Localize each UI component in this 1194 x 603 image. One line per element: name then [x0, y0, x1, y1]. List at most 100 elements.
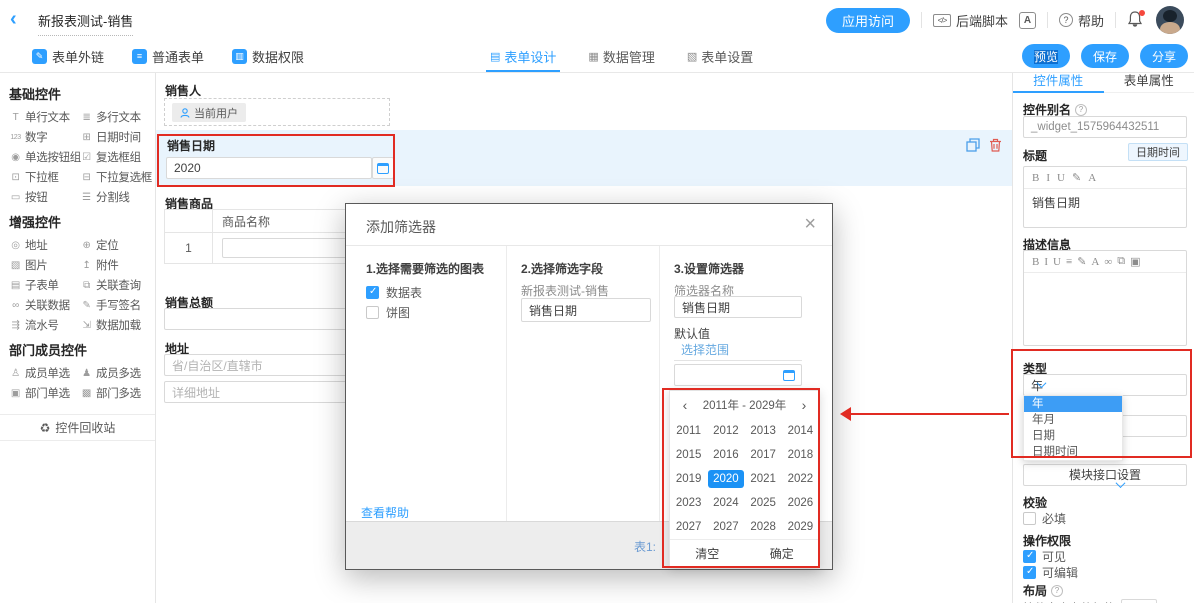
- sidebar-item-divider[interactable]: ☰ 分割线: [80, 187, 155, 207]
- action-button[interactable]: 分享: [1140, 44, 1188, 68]
- toolbar-link[interactable]: ▥ 数据权限: [232, 47, 304, 66]
- confirm-button[interactable]: 确定: [745, 540, 820, 567]
- sidebar-item-radio-group[interactable]: ◉ 单选按钮组: [9, 147, 80, 167]
- panel-tab[interactable]: 控件属性: [1013, 73, 1104, 92]
- insert-image-icon[interactable]: ▣: [1130, 255, 1140, 268]
- year-cell[interactable]: 2017: [745, 443, 782, 467]
- app-access-button[interactable]: 应用访问: [826, 8, 910, 33]
- chart-option-row[interactable]: 数据表: [366, 284, 422, 301]
- italic-icon[interactable]: I: [1044, 256, 1048, 268]
- year-cell[interactable]: 2012: [707, 419, 744, 443]
- editable-checkbox-row[interactable]: 可编辑: [1023, 564, 1078, 581]
- range-date-input[interactable]: [674, 364, 802, 386]
- panel-tab[interactable]: 表单属性: [1104, 73, 1194, 92]
- year-cell[interactable]: 2027: [670, 515, 707, 539]
- copy-icon[interactable]: [966, 138, 980, 152]
- sidebar-item-member-multi[interactable]: ♟ 成员多选: [80, 363, 155, 383]
- visible-checkbox[interactable]: [1023, 550, 1036, 563]
- year-cell[interactable]: 2021: [745, 467, 782, 491]
- sidebar-item-member-single[interactable]: ♙ 成员单选: [9, 363, 80, 383]
- toolbar-link[interactable]: ✎ 表单外链: [32, 47, 104, 66]
- description-editor-content[interactable]: [1024, 273, 1186, 283]
- year-cell[interactable]: 2026: [782, 491, 819, 515]
- chain-icon[interactable]: ∞: [1104, 256, 1112, 268]
- notification-bell-icon[interactable]: [1127, 10, 1145, 30]
- type-option[interactable]: 年: [1024, 396, 1122, 412]
- sidebar-item-checkbox-group[interactable]: ☑ 复选框组: [80, 147, 155, 167]
- type-option[interactable]: 日期时间: [1024, 444, 1122, 460]
- view-help-link[interactable]: 查看帮助: [361, 504, 409, 521]
- action-button[interactable]: 保存: [1081, 44, 1129, 68]
- sidebar-item-attachment[interactable]: ↥ 附件: [80, 255, 155, 275]
- year-cell[interactable]: 2015: [670, 443, 707, 467]
- italic-icon[interactable]: I: [1046, 172, 1050, 184]
- required-checkbox-row[interactable]: 必填: [1023, 510, 1066, 527]
- sidebar-item-button[interactable]: ▭ 按钮: [9, 187, 80, 207]
- back-icon[interactable]: ‹: [10, 8, 32, 32]
- year-cell[interactable]: 2014: [782, 419, 819, 443]
- widget-recycle-bin[interactable]: ♻ 控件回收站: [0, 414, 155, 441]
- sidebar-item-dept-single[interactable]: ▣ 部门单选: [9, 383, 80, 403]
- filter-name-input[interactable]: 销售日期: [674, 296, 802, 318]
- year-cell[interactable]: 2022: [782, 467, 819, 491]
- sidebar-item-signature[interactable]: ✎ 手写签名: [80, 295, 155, 315]
- trash-icon[interactable]: [989, 138, 1002, 152]
- next-decade-icon[interactable]: ›: [789, 397, 819, 413]
- toolbar-link[interactable]: ≡ 普通表单: [132, 47, 204, 66]
- tab-form-design[interactable]: ▤ 表单设计: [490, 40, 556, 72]
- title-editor-content[interactable]: 销售日期: [1024, 189, 1186, 216]
- year-cell[interactable]: 2013: [745, 419, 782, 443]
- sidebar-item-lookup[interactable]: ⧉ 关联查询: [80, 275, 155, 295]
- layout-width-select[interactable]: [1121, 599, 1157, 603]
- year-cell[interactable]: 2023: [670, 491, 707, 515]
- module-interface-button[interactable]: 模块接口设置: [1023, 464, 1187, 486]
- alias-input[interactable]: _widget_1575964432511: [1023, 116, 1187, 138]
- type-select[interactable]: 年: [1023, 374, 1187, 396]
- font-color-icon[interactable]: A: [1091, 256, 1099, 268]
- field-sales-date-selected[interactable]: 销售日期 2020: [156, 130, 1012, 186]
- sidebar-item-number[interactable]: 123 数字: [9, 127, 80, 147]
- current-user-chip[interactable]: 当前用户: [172, 103, 246, 122]
- year-cell[interactable]: 2029: [782, 515, 819, 539]
- bold-icon[interactable]: B: [1032, 172, 1039, 184]
- visible-checkbox-row[interactable]: 可见: [1023, 548, 1066, 565]
- year-cell[interactable]: 2024: [707, 491, 744, 515]
- type-option[interactable]: 日期: [1024, 428, 1122, 444]
- sidebar-item-single-line-text[interactable]: T 单行文本: [9, 107, 80, 127]
- sidebar-item-dept-multi[interactable]: ▩ 部门多选: [80, 383, 155, 403]
- sidebar-item-subform[interactable]: ▤ 子表单: [9, 275, 80, 295]
- prev-decade-icon[interactable]: ‹: [670, 397, 700, 413]
- field-sales-person[interactable]: 当前用户: [164, 98, 390, 126]
- link-icon[interactable]: ✎: [1077, 255, 1086, 268]
- year-cell[interactable]: 2018: [782, 443, 819, 467]
- align-icon[interactable]: ≡: [1066, 256, 1072, 268]
- chart-option-checkbox[interactable]: [366, 306, 379, 319]
- font-color-icon[interactable]: A: [1088, 172, 1096, 184]
- required-checkbox[interactable]: [1023, 512, 1036, 525]
- clear-button[interactable]: 清空: [670, 540, 745, 567]
- year-cell[interactable]: 2028: [745, 515, 782, 539]
- year-cell[interactable]: 2016: [707, 443, 744, 467]
- tab-data-manage[interactable]: ▦ 数据管理: [588, 40, 654, 72]
- avatar[interactable]: [1156, 6, 1184, 34]
- help-circle-icon[interactable]: ?: [1051, 585, 1063, 597]
- sidebar-item-multi-line-text[interactable]: ≣ 多行文本: [80, 107, 155, 127]
- sidebar-item-image[interactable]: ▧ 图片: [9, 255, 80, 275]
- sidebar-item-select[interactable]: ⊡ 下拉框: [9, 167, 80, 187]
- underline-icon[interactable]: U: [1053, 256, 1061, 268]
- filter-field-select[interactable]: 销售日期: [521, 298, 651, 322]
- year-cell[interactable]: 2019: [670, 467, 707, 491]
- help-button[interactable]: ? 帮助: [1059, 11, 1104, 30]
- chart-option-checkbox[interactable]: [366, 286, 379, 299]
- range-select[interactable]: 选择范围: [674, 339, 802, 361]
- sidebar-item-multi-select[interactable]: ⊟ 下拉复选框: [80, 167, 155, 187]
- sales-date-input[interactable]: 2020: [166, 157, 372, 179]
- year-cell[interactable]: 2025: [745, 491, 782, 515]
- date-picker-button[interactable]: [372, 157, 394, 179]
- sidebar-item-data-load[interactable]: ⇲ 数据加载: [80, 315, 155, 335]
- tab-form-settings[interactable]: ▧ 表单设置: [687, 40, 753, 72]
- language-button[interactable]: A: [1019, 12, 1036, 29]
- bold-icon[interactable]: B: [1032, 256, 1039, 268]
- year-cell[interactable]: 2011: [670, 419, 707, 443]
- year-cell-selected[interactable]: 2020: [707, 467, 744, 491]
